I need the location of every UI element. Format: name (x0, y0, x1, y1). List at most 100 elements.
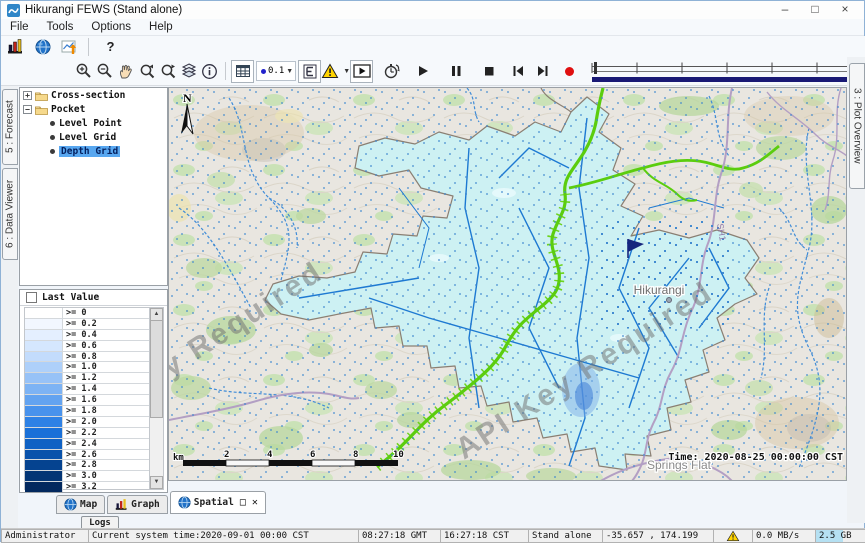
tab-map[interactable]: Map (56, 495, 105, 514)
legend-swatch (25, 471, 63, 481)
node-bullet-icon (50, 135, 55, 140)
last-value-checkbox[interactable] (26, 292, 37, 303)
globe-icon (64, 498, 77, 511)
warning-threshold-dropdown[interactable]: ▼ (321, 61, 350, 82)
legend-swatch (25, 439, 63, 449)
last-value-label: Last Value (42, 292, 99, 303)
legend-swatch (25, 417, 63, 427)
map-toolbar: 0.1▼ ▼ 2020-08-25 00:00:00 CST (1, 57, 847, 86)
timeseries-import-icon[interactable] (59, 36, 80, 57)
status-warning-cell[interactable] (714, 529, 753, 543)
legend-row: >= 0.6 (25, 341, 149, 352)
legend-swatch (25, 384, 63, 394)
maximize-button[interactable]: □ (800, 1, 830, 19)
legend-swatch (25, 450, 63, 460)
title-bar[interactable]: Hikurangi FEWS (Stand alone) – □ × (1, 1, 864, 19)
legend-header: Last Value (20, 290, 167, 306)
legend-swatch (25, 308, 63, 318)
legend-swatch (25, 330, 63, 340)
animation-panel-button[interactable] (350, 60, 373, 83)
scroll-down-icon[interactable]: ▼ (150, 476, 163, 489)
legend-row: >= 1.8 (25, 406, 149, 417)
svg-text:N: N (183, 91, 192, 105)
tab-spatial[interactable]: Spatial □ ✕ (170, 491, 266, 514)
contour-interval-dropdown[interactable]: 0.1▼ (256, 61, 296, 82)
tree-item-pocket[interactable]: − Pocket (20, 103, 167, 116)
tree-item-cross-section[interactable]: + Cross-section (20, 89, 167, 102)
globe-icon[interactable] (32, 36, 53, 57)
menu-tools[interactable]: Tools (38, 21, 83, 33)
menu-bar: File Tools Options Help (1, 19, 864, 36)
svg-text:4: 4 (267, 450, 273, 460)
legend-swatch (25, 352, 63, 362)
svg-text:km: km (173, 453, 184, 463)
play-button[interactable] (412, 61, 433, 82)
zoom-out-button[interactable] (94, 61, 115, 82)
collapse-minus-icon[interactable]: − (23, 105, 32, 114)
tab-graph[interactable]: Graph (107, 495, 168, 514)
database-chart-icon[interactable] (5, 36, 26, 57)
menu-options[interactable]: Options (82, 21, 140, 33)
legend-swatch (25, 362, 63, 372)
layers-button[interactable] (178, 61, 199, 82)
record-button[interactable] (559, 61, 580, 82)
legend-row: >= 3.0 (25, 471, 149, 482)
zoom-in-button[interactable] (73, 61, 94, 82)
app-window: { "window": {"title": "Hikurangi FEWS (S… (0, 0, 865, 542)
map-canvas[interactable]: Hikurangi Springs Flat SH1 API Key Requi… (168, 87, 847, 481)
scrollbar-thumb[interactable] (150, 320, 163, 418)
chart-icon (115, 498, 128, 511)
tab-forecast[interactable]: 5 : Forecast (2, 89, 18, 165)
legend-row: >= 0.8 (25, 352, 149, 363)
time-slider[interactable] (590, 59, 865, 83)
legend-row: >= 2.4 (25, 439, 149, 450)
tab-plot-overview[interactable]: 3 : Plot Overview (849, 63, 865, 189)
spatial-layer-tree: + Cross-section − Pocket Level Point Lev… (19, 87, 168, 286)
status-gmt-time: 08:27:18 GMT (359, 529, 441, 543)
interval-value: 0.1 (268, 66, 284, 76)
info-button[interactable] (199, 61, 220, 82)
legend-row: >= 1.6 (25, 395, 149, 406)
tree-item-level-point[interactable]: Level Point (20, 117, 167, 130)
legend-panel: Last Value >= 0 >= 0.2 >= 0.4 >= 0.6 >= … (19, 289, 168, 493)
status-user: Administrator (1, 529, 89, 543)
expand-plus-icon[interactable]: + (23, 91, 32, 100)
folder-open-icon (35, 105, 48, 115)
help-button[interactable]: ? (100, 36, 121, 57)
skip-to-start-button[interactable] (507, 61, 528, 82)
menu-file[interactable]: File (1, 21, 38, 33)
pan-hand-button[interactable] (115, 61, 136, 82)
zoom-next-button[interactable] (157, 61, 178, 82)
tree-item-level-grid[interactable]: Level Grid (20, 131, 167, 144)
menu-help[interactable]: Help (140, 21, 182, 33)
svg-text:8: 8 (353, 450, 358, 460)
node-bullet-icon (50, 121, 55, 126)
legend-row: >= 1.0 (25, 362, 149, 373)
status-mode: Stand alone (529, 529, 603, 543)
tab-close-icon[interactable]: ✕ (252, 497, 258, 508)
legend-row: >= 2.8 (25, 460, 149, 471)
timeline-progress-bar (592, 77, 865, 82)
elevation-legend-button[interactable] (298, 60, 321, 83)
view-tab-bar: Map Graph Spatial □ ✕ (56, 491, 268, 514)
tab-restore-icon[interactable]: □ (240, 497, 246, 508)
node-bullet-icon (50, 149, 55, 154)
legend-row: >= 0.2 (25, 319, 149, 330)
stop-button[interactable] (478, 61, 499, 82)
globe-icon (178, 496, 191, 509)
tab-data-viewer[interactable]: 6 : Data Viewer (2, 168, 18, 260)
legend-swatch (25, 373, 63, 383)
tree-item-depth-grid[interactable]: Depth Grid (20, 145, 167, 158)
grid-display-button[interactable] (231, 60, 254, 83)
svg-text:6: 6 (310, 450, 315, 460)
skip-to-end-button[interactable] (532, 61, 553, 82)
close-button[interactable]: × (830, 1, 860, 19)
minimize-button[interactable]: – (770, 1, 800, 19)
zoom-previous-button[interactable] (136, 61, 157, 82)
legend-scrollbar[interactable]: ▲ ▼ (149, 307, 164, 490)
pause-button[interactable] (445, 61, 466, 82)
folder-icon (35, 91, 48, 101)
app-logo-icon (7, 4, 20, 17)
legend-row: >= 2.6 (25, 450, 149, 461)
timer-settings-icon[interactable] (381, 61, 402, 82)
